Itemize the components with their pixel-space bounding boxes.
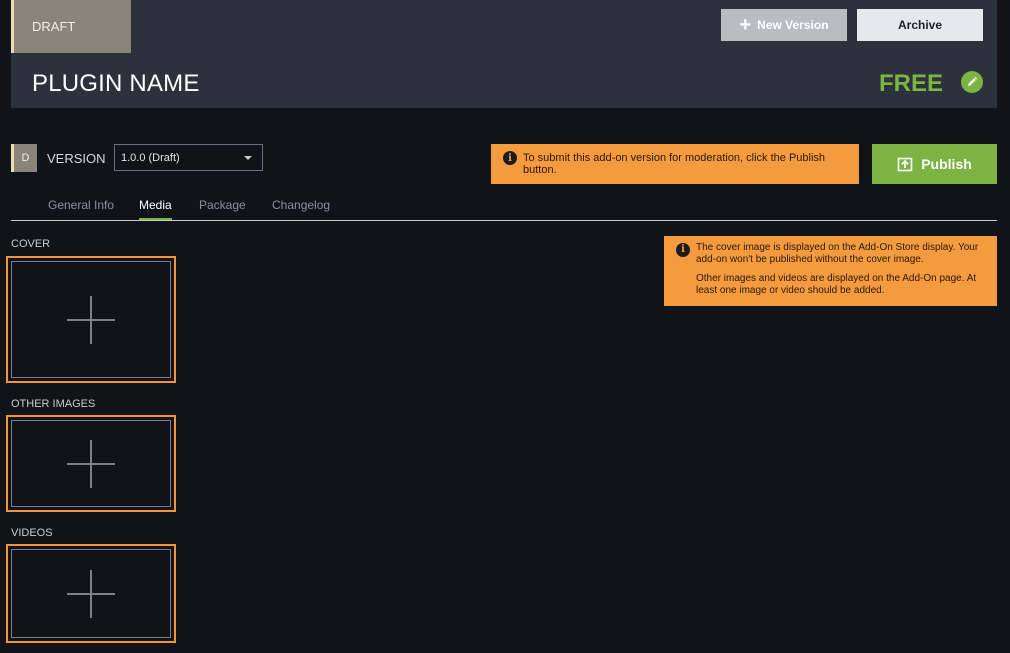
plugin-header: DRAFT + New Version Archive PLUGIN NAME … (11, 0, 997, 108)
upload-icon (897, 157, 913, 172)
tab-bar: General Info Media Package Changelog (11, 196, 997, 221)
plugin-name-title: PLUGIN NAME (32, 70, 200, 97)
publish-notice-text: To submit this add-on version for modera… (523, 152, 826, 176)
tab-package[interactable]: Package (199, 198, 246, 218)
new-version-button[interactable]: + New Version (721, 9, 847, 41)
status-chip: DRAFT (11, 0, 131, 53)
cover-drop-zone-inner (11, 261, 171, 378)
version-select-value: 1.0.0 (Draft) (121, 151, 180, 164)
archive-button[interactable]: Archive (857, 9, 983, 41)
publish-label: Publish (921, 156, 972, 172)
other-images-drop-zone[interactable] (6, 415, 176, 512)
media-notice: i The cover image is displayed on the Ad… (664, 236, 997, 306)
version-label: VERSION (47, 151, 106, 166)
videos-drop-zone[interactable] (6, 544, 176, 643)
edit-button[interactable] (961, 71, 983, 93)
tab-changelog[interactable]: Changelog (272, 198, 330, 218)
other-images-section-label: OTHER IMAGES (11, 398, 96, 410)
videos-drop-zone-inner (11, 549, 171, 638)
plus-icon: + (739, 14, 752, 36)
cover-drop-zone[interactable] (6, 256, 176, 383)
plus-icon-vertical (90, 439, 92, 488)
info-icon: i (503, 151, 517, 165)
plus-icon-vertical (90, 295, 92, 344)
media-notice-line-2: Other images and videos are displayed on… (696, 273, 977, 296)
info-icon: i (676, 243, 690, 257)
media-notice-line-1: The cover image is displayed on the Add-… (696, 242, 979, 265)
chevron-down-icon (244, 156, 252, 160)
price-label: FREE (879, 70, 944, 97)
other-images-drop-zone-inner (11, 420, 171, 507)
pencil-icon (968, 76, 978, 86)
publish-notice: i To submit this add-on version for mode… (491, 144, 859, 184)
cover-section-label: COVER (11, 238, 51, 250)
new-version-label: New Version (757, 18, 829, 32)
publish-button[interactable]: Publish (872, 144, 997, 184)
tab-general-info[interactable]: General Info (48, 198, 114, 218)
tab-media[interactable]: Media (139, 198, 172, 220)
version-badge: D (11, 144, 37, 172)
plus-icon-vertical (90, 569, 92, 618)
videos-section-label: VIDEOS (11, 527, 53, 539)
version-select[interactable]: 1.0.0 (Draft) (114, 144, 263, 171)
